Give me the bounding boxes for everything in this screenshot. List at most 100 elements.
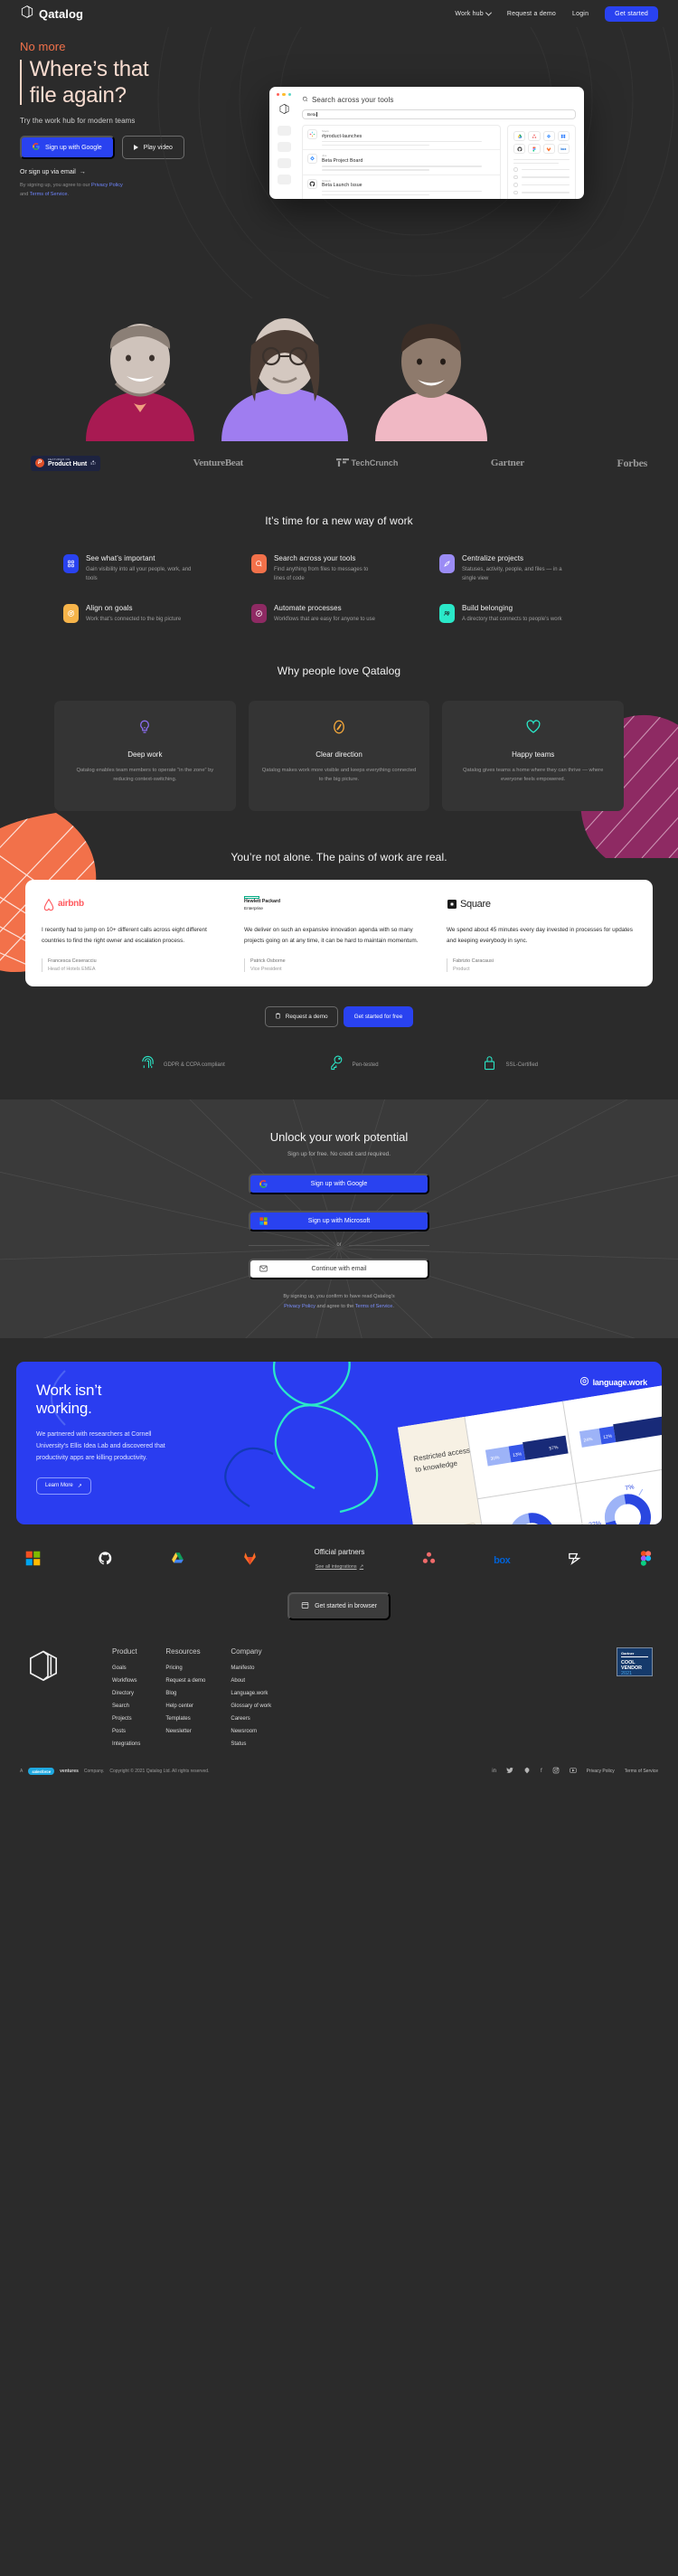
- facebook-icon[interactable]: f: [541, 1769, 542, 1774]
- checkbox-icon[interactable]: [513, 190, 518, 195]
- checkbox-icon[interactable]: [513, 167, 518, 172]
- list-item[interactable]: Jira Beta Project Board: [303, 150, 500, 175]
- nav-item-login[interactable]: Login: [572, 11, 589, 17]
- see-all-integrations-link[interactable]: See all integrations ↗: [315, 1564, 363, 1570]
- dropbox-icon[interactable]: [557, 131, 570, 141]
- headline-accent-bar: [20, 60, 22, 106]
- people-icon: [439, 603, 455, 623]
- footer-link[interactable]: Search: [112, 1703, 140, 1709]
- figma-icon: [639, 1550, 653, 1571]
- signup-google-button[interactable]: Sign up with Google: [249, 1174, 429, 1195]
- checklist-item[interactable]: [513, 183, 570, 187]
- testimonial-role: Head of Hotels EMEA: [48, 967, 96, 973]
- get-started-browser-button[interactable]: Get started in browser: [287, 1592, 391, 1621]
- footer-link[interactable]: Integrations: [112, 1741, 140, 1747]
- footer-link[interactable]: Glossary of work: [231, 1703, 271, 1709]
- signup-microsoft-button[interactable]: Sign up with Microsoft: [249, 1211, 429, 1232]
- request-demo-button[interactable]: Request a demo: [264, 1006, 338, 1028]
- footer-column-heading: Company: [231, 1647, 262, 1656]
- jira-icon[interactable]: [542, 131, 555, 141]
- gitlab-icon[interactable]: [542, 144, 555, 154]
- footer-link[interactable]: Posts: [112, 1729, 140, 1734]
- linkedin-icon[interactable]: in: [492, 1769, 496, 1774]
- hero-email-signup-label: Or sign up via email: [20, 169, 76, 176]
- footer-link[interactable]: Newsletter: [165, 1729, 205, 1734]
- request-demo-label: Request a demo: [285, 1014, 328, 1021]
- language-work-mark-icon: [579, 1374, 589, 1391]
- app-search-value: Beta: [307, 112, 316, 117]
- footer-terms-link[interactable]: Terms of Service: [625, 1769, 658, 1774]
- rail-item[interactable]: [277, 158, 291, 168]
- product-hunt-badge[interactable]: P FEATURED ON Product Hunt ▲ 517: [31, 456, 101, 471]
- checklist-item[interactable]: [513, 175, 570, 180]
- signup-email-button[interactable]: Continue with email: [249, 1259, 429, 1280]
- result-source: GitHub: [322, 178, 331, 183]
- footer-link[interactable]: Blog: [165, 1691, 205, 1696]
- footer-link[interactable]: Workflows: [112, 1678, 140, 1684]
- key-icon: [329, 1054, 344, 1076]
- youtube-icon[interactable]: [569, 1767, 577, 1776]
- checkbox-icon[interactable]: [513, 175, 518, 180]
- rail-item[interactable]: [277, 175, 291, 184]
- instagram-icon[interactable]: [552, 1767, 560, 1776]
- footer-link[interactable]: Manifesto: [231, 1665, 271, 1671]
- minimize-icon[interactable]: [282, 93, 286, 97]
- footer-link[interactable]: Goals: [112, 1665, 140, 1671]
- box-icon: box: [494, 1554, 511, 1566]
- checkbox-icon[interactable]: [513, 183, 518, 187]
- close-icon[interactable]: [277, 93, 280, 97]
- compass-icon: [261, 719, 418, 740]
- terms-of-service-link[interactable]: Terms of Service: [355, 1304, 393, 1309]
- privacy-policy-link[interactable]: Privacy Policy: [91, 183, 123, 188]
- feature-see-whats-important: See what’s important Gain visibility int…: [63, 553, 239, 584]
- hero-google-signup-button[interactable]: Sign up with Google: [20, 136, 115, 160]
- footer-link[interactable]: Status: [231, 1741, 271, 1747]
- research-learn-more-button[interactable]: Learn More ↗: [36, 1477, 91, 1495]
- feature-desc: Statuses, activity, people, and files — …: [462, 566, 562, 581]
- hero-play-video-button[interactable]: Play video: [121, 136, 184, 160]
- lock-icon: [482, 1054, 497, 1076]
- privacy-policy-link[interactable]: Privacy Policy: [284, 1304, 315, 1309]
- footer-link[interactable]: Projects: [112, 1716, 140, 1722]
- get-started-free-button[interactable]: Get started for free: [343, 1006, 414, 1028]
- figma-icon[interactable]: [528, 144, 541, 154]
- footer-link[interactable]: Directory: [112, 1691, 140, 1696]
- footer-link[interactable]: Help center: [165, 1703, 205, 1709]
- product-hunt-icon[interactable]: [523, 1767, 531, 1776]
- github-icon[interactable]: [513, 144, 526, 154]
- testimonial-quote: We deliver on such an expansive innovati…: [244, 926, 419, 944]
- jira-icon: [307, 154, 317, 165]
- footer-link[interactable]: Request a demo: [165, 1678, 205, 1684]
- checklist-item[interactable]: [513, 167, 570, 172]
- app-search-input[interactable]: Beta: [302, 109, 576, 119]
- features-heading: It’s time for a new way of work: [265, 514, 413, 527]
- box-icon[interactable]: box: [557, 144, 570, 154]
- chevron-down-icon: [485, 9, 492, 16]
- rail-item[interactable]: [277, 142, 291, 152]
- google-drive-icon[interactable]: [513, 131, 526, 141]
- terms-of-service-link[interactable]: Terms of Service: [30, 192, 68, 197]
- footer-link[interactable]: About: [231, 1678, 271, 1684]
- footer-bottom-pre: A: [20, 1769, 24, 1775]
- footer-link[interactable]: Templates: [165, 1716, 205, 1722]
- checklist-item[interactable]: [513, 190, 570, 195]
- feature-desc: A directory that connects to people’s wo…: [462, 616, 562, 622]
- nav-item-work-hub[interactable]: Work hub: [455, 9, 492, 17]
- list-item[interactable]: GitHub Beta Launch Issue: [303, 175, 500, 199]
- nav-item-request-demo[interactable]: Request a demo: [507, 11, 556, 17]
- footer-link[interactable]: Language.work: [231, 1691, 271, 1696]
- asana-icon[interactable]: [528, 131, 541, 141]
- testimonial-square: Square We spend about 45 minutes every d…: [447, 896, 636, 973]
- get-started-button[interactable]: Get started: [605, 5, 658, 22]
- footer-link[interactable]: Newsroom: [231, 1729, 271, 1734]
- footer-link[interactable]: Pricing: [165, 1665, 205, 1671]
- list-item[interactable]: Slack #product-launches: [303, 126, 500, 151]
- love-card-clear-direction: Clear direction Qatalog makes work more …: [248, 700, 430, 811]
- maximize-icon[interactable]: [287, 93, 292, 97]
- footer-link[interactable]: Careers: [231, 1716, 271, 1722]
- rail-item[interactable]: [277, 126, 291, 136]
- footer-privacy-policy-link[interactable]: Privacy Policy: [587, 1769, 615, 1774]
- testimonial-quote: We spend about 45 minutes every day inve…: [447, 926, 633, 944]
- brand-logo[interactable]: Qatalog: [20, 5, 83, 24]
- twitter-icon[interactable]: [506, 1767, 513, 1776]
